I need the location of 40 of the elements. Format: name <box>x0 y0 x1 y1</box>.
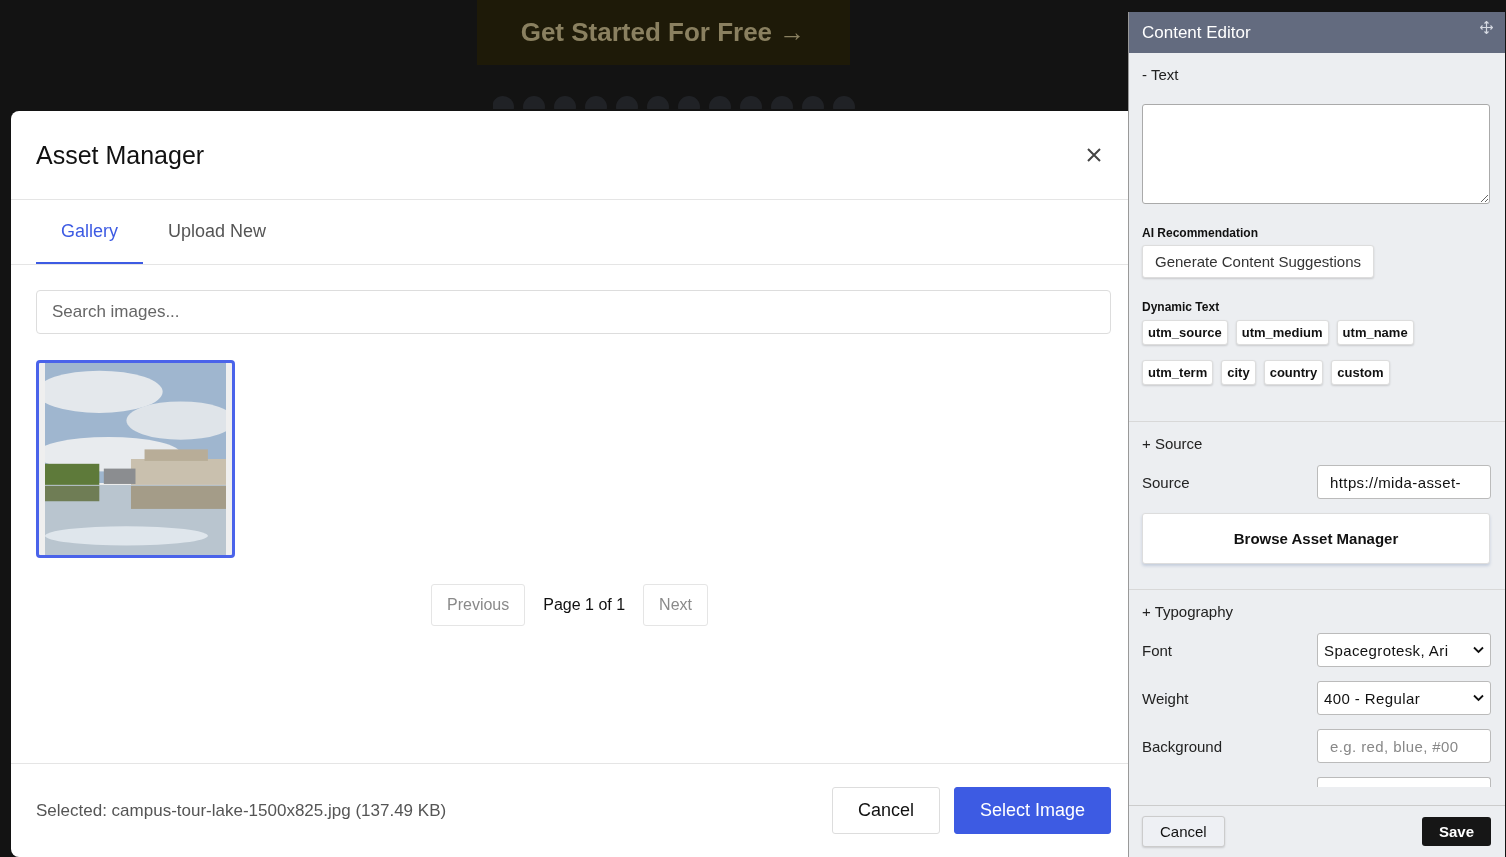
cancel-button[interactable]: Cancel <box>1142 816 1225 847</box>
selected-file-text: Selected: campus-tour-lake-1500x825.jpg (137.49 KB) <box>36 800 448 821</box>
dialog-title: Asset Manager <box>36 140 205 170</box>
variable-chip[interactable]: custom <box>1331 360 1390 385</box>
field-label: Background <box>1142 737 1223 755</box>
section-heading[interactable]: - Text <box>1142 53 1491 96</box>
tab[interactable]: Gallery <box>36 200 143 264</box>
variable-chip[interactable]: utm_medium <box>1235 320 1329 345</box>
variable-chip[interactable]: utm_term <box>1142 360 1214 385</box>
page-indicator: Page 1 of 1 <box>543 596 626 614</box>
field-label: AI Recommendation <box>1142 226 1259 240</box>
variable-chip[interactable]: utm_source <box>1142 320 1228 345</box>
generate-suggestions-button[interactable]: Generate Content Suggestions <box>1142 245 1374 278</box>
move-icon[interactable] <box>1480 21 1493 34</box>
section-heading[interactable]: + Source <box>1142 422 1491 465</box>
field-label: Dynamic Text <box>1142 300 1221 314</box>
variable-chip[interactable]: utm_name <box>1336 320 1414 345</box>
field-label: Source <box>1142 473 1190 491</box>
input-field[interactable]: e.g. red, blue, #00 <box>1317 729 1491 763</box>
chevron-down-icon <box>1473 694 1484 702</box>
chevron-down-icon <box>1473 646 1484 654</box>
field-label: Weight <box>1142 689 1189 707</box>
browse-button[interactable]: Browse Asset Manager <box>1142 513 1490 564</box>
search-field[interactable]: Search images... <box>36 290 1111 334</box>
close-icon[interactable] <box>1086 147 1102 163</box>
cancel-button[interactable]: Cancel <box>831 787 940 834</box>
panel-title: Content Editor <box>1142 22 1251 43</box>
select-field[interactable]: Spacegrotesk, Ari <box>1317 633 1491 667</box>
field-label: Font <box>1142 641 1172 659</box>
save-button[interactable]: Save <box>1421 817 1491 846</box>
variable-chip[interactable]: city <box>1221 360 1256 385</box>
select-image-button[interactable]: Select Image <box>953 787 1111 834</box>
variable-chip[interactable]: country <box>1263 360 1324 385</box>
get-started-button[interactable]: Get Started For Free → <box>476 0 850 65</box>
select-field[interactable]: 400 - Regular <box>1317 681 1491 715</box>
input-field[interactable] <box>1317 777 1491 787</box>
source-field[interactable]: https://mida-asset- <box>1317 465 1491 499</box>
tab[interactable]: Upload New <box>143 200 292 264</box>
text-area[interactable] <box>1142 104 1490 204</box>
section-heading[interactable]: + Typography <box>1142 590 1491 633</box>
